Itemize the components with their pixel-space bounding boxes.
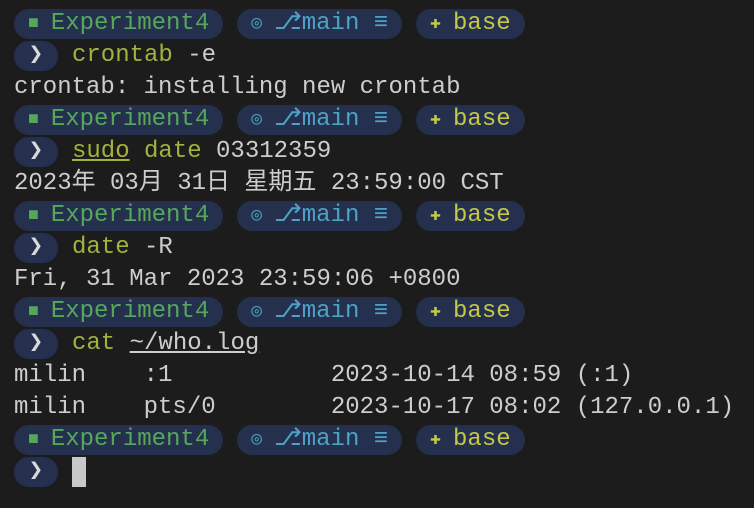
python-icon: ✚: [430, 430, 442, 450]
dir-name: Experiment4: [50, 10, 210, 37]
folder-icon: ■: [28, 110, 39, 130]
env-name: base: [453, 10, 511, 37]
branch-status: ≡: [359, 10, 389, 37]
command-args: -e: [172, 42, 217, 69]
folder-icon: ■: [28, 14, 39, 34]
command-name: date: [129, 138, 202, 165]
git-segment: ◎ ⎇ main ≡: [237, 201, 403, 231]
branch-name: main: [301, 298, 360, 325]
output-line: Fri, 31 Mar 2023 23:59:06 +0800: [14, 266, 461, 293]
python-icon: ✚: [430, 110, 442, 130]
prompt-line: ■ Experiment4 ◎ ⎇ main ≡ ✚ base: [14, 296, 734, 328]
branch-name: main: [301, 202, 360, 229]
output-line: milin :1 2023-10-14 08:59 (:1): [14, 362, 634, 389]
env-segment: ✚ base: [416, 201, 525, 231]
git-segment: ◎ ⎇ main ≡: [237, 425, 403, 455]
prompt-line: ■ Experiment4 ◎ ⎇ main ≡ ✚ base: [14, 104, 734, 136]
env-segment: ✚ base: [416, 425, 525, 455]
output-line: crontab: installing new crontab: [14, 74, 461, 101]
command-line: ❯: [14, 456, 734, 488]
terminal[interactable]: ■ Experiment4 ◎ ⎇ main ≡ ✚ base ❯ crontab -e cron…: [14, 8, 734, 488]
branch-icon: ⎇: [274, 202, 302, 229]
output-line: 2023年 03月 31日 星期五 23:59:00 CST: [14, 170, 504, 197]
github-icon: ◎: [251, 430, 263, 450]
command-args: 03312359: [201, 138, 332, 165]
env-segment: ✚ base: [416, 105, 525, 135]
branch-icon: ⎇: [274, 10, 302, 37]
branch-name: main: [301, 10, 360, 37]
github-icon: ◎: [251, 14, 263, 34]
dir-name: Experiment4: [50, 106, 210, 133]
env-name: base: [453, 202, 511, 229]
dir-segment: ■ Experiment4: [14, 201, 224, 231]
github-icon: ◎: [251, 302, 263, 322]
output-line: milin pts/0 2023-10-17 08:02 (127.0.0.1): [14, 394, 735, 421]
dir-name: Experiment4: [50, 426, 210, 453]
env-name: base: [453, 106, 511, 133]
prompt-line: ■ Experiment4 ◎ ⎇ main ≡ ✚ base: [14, 200, 734, 232]
command-name: crontab: [72, 42, 173, 69]
command-line: ❯ crontab -e: [14, 40, 734, 72]
git-segment: ◎ ⎇ main ≡: [237, 9, 403, 39]
command-name: date: [72, 234, 130, 261]
folder-icon: ■: [28, 302, 39, 322]
env-segment: ✚ base: [416, 9, 525, 39]
command-name: cat: [72, 330, 116, 357]
folder-icon: ■: [28, 430, 39, 450]
dir-segment: ■ Experiment4: [14, 9, 224, 39]
env-name: base: [453, 298, 511, 325]
branch-name: main: [301, 426, 360, 453]
chevron-icon: ❯: [14, 137, 58, 167]
command-args: ~/who.log: [129, 330, 260, 357]
command-name: sudo: [72, 138, 130, 165]
prompt-line: ■ Experiment4 ◎ ⎇ main ≡ ✚ base: [14, 424, 734, 456]
cursor: [72, 457, 86, 487]
github-icon: ◎: [251, 110, 263, 130]
branch-status: ≡: [359, 202, 389, 229]
chevron-icon: ❯: [14, 329, 58, 359]
branch-status: ≡: [359, 426, 389, 453]
command-line: ❯ sudo date 03312359: [14, 136, 734, 168]
chevron-icon: ❯: [14, 41, 58, 71]
dir-segment: ■ Experiment4: [14, 425, 224, 455]
branch-status: ≡: [359, 298, 389, 325]
branch-icon: ⎇: [274, 106, 302, 133]
python-icon: ✚: [430, 14, 442, 34]
python-icon: ✚: [430, 206, 442, 226]
chevron-icon: ❯: [14, 233, 58, 263]
github-icon: ◎: [251, 206, 263, 226]
env-segment: ✚ base: [416, 297, 525, 327]
dir-segment: ■ Experiment4: [14, 105, 224, 135]
branch-status: ≡: [359, 106, 389, 133]
dir-name: Experiment4: [50, 298, 210, 325]
folder-icon: ■: [28, 206, 39, 226]
git-segment: ◎ ⎇ main ≡: [237, 297, 403, 327]
branch-icon: ⎇: [274, 426, 302, 453]
command-line: ❯ date -R: [14, 232, 734, 264]
python-icon: ✚: [430, 302, 442, 322]
dir-segment: ■ Experiment4: [14, 297, 224, 327]
branch-name: main: [301, 106, 360, 133]
git-segment: ◎ ⎇ main ≡: [237, 105, 403, 135]
command-line: ❯ cat ~/who.log: [14, 328, 734, 360]
chevron-icon: ❯: [14, 457, 58, 487]
command-args: -R: [129, 234, 173, 261]
branch-icon: ⎇: [274, 298, 302, 325]
env-name: base: [453, 426, 511, 453]
dir-name: Experiment4: [50, 202, 210, 229]
prompt-line: ■ Experiment4 ◎ ⎇ main ≡ ✚ base: [14, 8, 734, 40]
